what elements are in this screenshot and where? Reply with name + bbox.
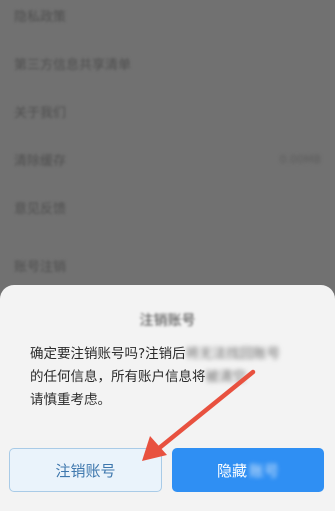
hide-button-label: 隐藏 xyxy=(216,461,247,480)
settings-item-clear-cache[interactable]: 清除缓存 0.00MB xyxy=(0,134,335,184)
settings-item-label: 意见反馈 xyxy=(14,201,67,217)
deregister-button-label: 注销账号 xyxy=(55,461,116,480)
settings-item-about[interactable]: 关于我们 xyxy=(0,86,335,136)
blurred-text: 将无法找回账号 xyxy=(185,346,281,362)
dialog-message-line-1: 确定要注销账号吗?注销后将无法找回账号 xyxy=(30,346,281,362)
blurred-text: 账号 xyxy=(249,461,280,480)
blurred-text: 被清空 xyxy=(205,369,247,385)
settings-item-label: 关于我们 xyxy=(14,105,67,121)
dialog-message: 确定要注销账号吗?注销后将无法找回账号 的任何信息，所有账户信息将被清空 请慎重… xyxy=(30,343,305,412)
dialog-title: 注销账号 xyxy=(139,313,196,329)
settings-item-feedback[interactable]: 意见反馈 xyxy=(0,182,335,232)
settings-item-label: 账号注销 xyxy=(14,259,67,275)
dialog-message-line-2: 的任何信息，所有账户信息将被清空 xyxy=(30,369,247,385)
settings-item-third-party[interactable]: 第三方信息共享清单 xyxy=(0,38,335,88)
cache-size-value: 0.00MB xyxy=(279,152,321,166)
settings-item-privacy[interactable]: 隐私政策 xyxy=(0,0,335,40)
deregister-account-button[interactable]: 注销账号 xyxy=(9,448,162,492)
dialog-message-line-3: 请慎重考虑。 xyxy=(30,392,111,408)
settings-item-deregister[interactable]: 账号注销 xyxy=(0,240,335,290)
settings-item-label: 清除缓存 xyxy=(14,153,67,169)
settings-item-label: 第三方信息共享清单 xyxy=(14,57,132,73)
settings-item-label: 隐私政策 xyxy=(14,9,67,25)
hide-account-button[interactable]: 隐藏 账号 xyxy=(172,448,324,492)
